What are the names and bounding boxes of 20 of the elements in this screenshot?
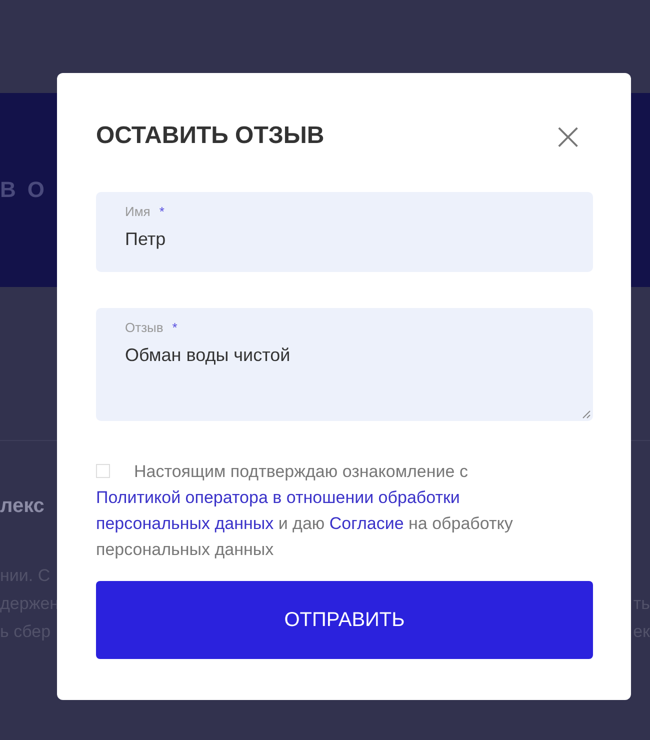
- review-field[interactable]: Отзыв * Обман воды чистой: [96, 308, 593, 421]
- dialog-title: ОСТАВИТЬ ОТЗЫВ: [96, 122, 324, 150]
- consent-link[interactable]: Согласие: [329, 514, 404, 533]
- name-field[interactable]: Имя * Петр: [96, 192, 593, 272]
- banner-heading: ВО: [0, 177, 56, 203]
- author-name: лекс: [0, 495, 44, 518]
- consent-text: Политикой оператора в отношении обработки персональных данных и даю Согласие на обработку персональных данных: [96, 487, 514, 561]
- required-mark: *: [172, 320, 178, 335]
- consent-link[interactable]: персональных данных: [96, 514, 274, 533]
- consent-link[interactable]: Политикой оператора в отношении обработки: [96, 488, 460, 507]
- field-label: Имя: [125, 204, 150, 219]
- submit-button[interactable]: ОТПРАВИТЬ: [96, 581, 593, 659]
- consent-checkbox[interactable]: [96, 464, 110, 478]
- resize-handle-icon[interactable]: [582, 410, 591, 419]
- field-label: Отзыв: [125, 320, 164, 335]
- consent-text: Настоящим подтверждаю ознакомление с: [134, 461, 468, 483]
- close-button[interactable]: ×: [543, 119, 593, 153]
- field-value: Обман воды чистой: [125, 345, 292, 366]
- field-value: Петр: [125, 229, 167, 250]
- required-mark: *: [159, 204, 164, 219]
